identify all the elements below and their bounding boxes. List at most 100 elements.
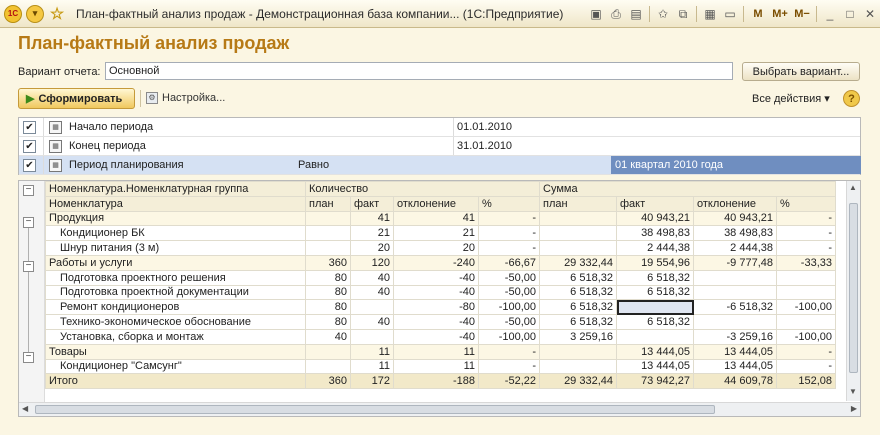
value-cell[interactable]: 6 518,32	[539, 299, 617, 316]
table-row[interactable]: Шнур питания (3 м) 20 20-2 444,38 2 444,38-	[45, 240, 836, 256]
total-value-cell[interactable]: 73 942,27	[616, 373, 694, 390]
close-icon[interactable]: ✕	[860, 4, 880, 24]
row-name-cell[interactable]: Технико-экономическое обоснование	[45, 314, 306, 330]
value-cell[interactable]: -50,00	[478, 269, 540, 286]
value-cell[interactable]: -33,33	[776, 254, 836, 271]
value-cell[interactable]: 41	[393, 210, 479, 227]
value-cell[interactable]: -	[478, 358, 540, 375]
value-cell[interactable]: 80	[305, 284, 351, 301]
value-cell[interactable]: -	[776, 343, 836, 360]
total-row[interactable]: Итого 360 172 -188 -52,22 29 332,44 73 942,27 4…	[45, 373, 836, 390]
table-row[interactable]: Подготовка проектной документации 80 40 -40…	[45, 284, 836, 301]
value-cell[interactable]: -	[776, 210, 836, 227]
value-cell[interactable]: 40 943,21	[693, 210, 777, 227]
row-name-cell[interactable]: Товары	[45, 343, 306, 360]
variant-field[interactable]: Основной	[105, 62, 733, 80]
value-cell[interactable]: 11	[350, 358, 394, 375]
value-cell[interactable]: -100,00	[478, 299, 540, 316]
calculator-icon[interactable]: ▦	[700, 4, 720, 24]
value-cell[interactable]: 13 444,05	[693, 343, 777, 360]
value-cell[interactable]	[776, 314, 836, 330]
value-cell[interactable]: -100,00	[478, 328, 540, 345]
value-cell[interactable]: 11	[350, 343, 394, 360]
value-cell[interactable]: -40	[393, 328, 479, 345]
group-row[interactable]: Товары 11 11-13 444,05 13 444,05-	[45, 343, 836, 360]
value-cell[interactable]: 40 943,21	[616, 210, 694, 227]
table-row[interactable]: Подготовка проектного решения 80 40 -40 -50,…	[45, 269, 836, 286]
value-cell[interactable]: 20	[393, 240, 479, 256]
horizontal-scroll-thumb[interactable]	[35, 405, 715, 414]
value-cell[interactable]	[539, 240, 617, 256]
table-row[interactable]: Установка, сборка и монтаж 40 -40 -100,00 3 …	[45, 328, 836, 345]
value-cell[interactable]: 120	[350, 254, 394, 271]
value-cell[interactable]: 2 444,38	[693, 240, 777, 256]
value-cell[interactable]: 21	[393, 225, 479, 242]
scroll-down-icon[interactable]: ▼	[849, 387, 857, 396]
value-cell[interactable]: 11	[393, 358, 479, 375]
value-cell[interactable]	[539, 343, 617, 360]
value-cell[interactable]	[616, 299, 694, 316]
value-cell[interactable]: 6 518,32	[616, 284, 694, 301]
value-cell[interactable]: 6 518,32	[616, 314, 694, 330]
value-cell[interactable]: 40	[350, 284, 394, 301]
minimize-icon[interactable]: _	[820, 4, 840, 24]
value-cell[interactable]: 41	[350, 210, 394, 227]
setting-checkbox[interactable]: ✔	[23, 159, 36, 172]
value-cell[interactable]: 80	[305, 299, 351, 316]
value-cell[interactable]: -40	[393, 284, 479, 301]
value-cell[interactable]: -50,00	[478, 284, 540, 301]
help-icon[interactable]: ?	[843, 90, 860, 107]
value-cell[interactable]	[305, 210, 351, 227]
memory-m-button[interactable]: M	[747, 4, 769, 24]
value-cell[interactable]: 6 518,32	[539, 269, 617, 286]
value-cell[interactable]: 2 444,38	[616, 240, 694, 256]
table-row[interactable]: Кондиционер БК 21 21-38 498,83 38 498,83-	[45, 225, 836, 242]
table-row[interactable]: Кондиционер "Самсунг" 11 11-13 444,05 13 44…	[45, 358, 836, 375]
value-cell[interactable]: -40	[393, 314, 479, 330]
horizontal-scrollbar[interactable]: ◀ ▶	[19, 402, 860, 416]
total-value-cell[interactable]: 360	[305, 373, 351, 390]
generate-report-button[interactable]: ▶ Сформировать	[18, 88, 135, 109]
all-actions-menu[interactable]: Все действия ▾	[752, 92, 830, 105]
collapse-icon[interactable]: −	[23, 185, 34, 196]
row-name-cell[interactable]: Кондиционер "Самсунг"	[45, 358, 306, 375]
total-value-cell[interactable]: 152,08	[776, 373, 836, 390]
value-cell[interactable]: 80	[305, 314, 351, 330]
value-cell[interactable]	[305, 240, 351, 256]
value-cell[interactable]	[305, 343, 351, 360]
setting-value[interactable]: 01.01.2010	[457, 121, 512, 133]
value-cell[interactable]: -3 259,16	[693, 328, 777, 345]
setting-condition[interactable]: Равно	[298, 159, 329, 171]
preview-icon[interactable]: ▤	[626, 4, 646, 24]
scroll-up-icon[interactable]: ▲	[849, 183, 857, 192]
setting-checkbox[interactable]: ✔	[23, 140, 36, 153]
maximize-icon[interactable]: □	[840, 4, 860, 24]
setting-row-period-start[interactable]: ✔ ▦ Начало периода 01.01.2010	[19, 118, 860, 137]
setting-value[interactable]: 31.01.2010	[457, 140, 512, 152]
value-cell[interactable]: -40	[393, 269, 479, 286]
value-cell[interactable]: -240	[393, 254, 479, 271]
scroll-left-icon[interactable]: ◀	[22, 404, 28, 413]
value-cell[interactable]: 13 444,05	[616, 358, 694, 375]
value-cell[interactable]: 20	[350, 240, 394, 256]
row-name-cell[interactable]: Кондиционер БК	[45, 225, 306, 242]
value-cell[interactable]: 38 498,83	[616, 225, 694, 242]
row-name-cell[interactable]: Подготовка проектного решения	[45, 269, 306, 286]
value-cell[interactable]: 40	[350, 269, 394, 286]
calendar-icon[interactable]: ▭	[720, 4, 740, 24]
value-cell[interactable]	[693, 269, 777, 286]
value-cell[interactable]: 360	[305, 254, 351, 271]
total-value-cell[interactable]: 172	[350, 373, 394, 390]
value-cell[interactable]: -66,67	[478, 254, 540, 271]
vertical-scrollbar[interactable]: ▲ ▼	[846, 181, 860, 401]
print-icon[interactable]: ⎙	[606, 4, 626, 24]
collapse-icon[interactable]: −	[23, 261, 34, 272]
group-row[interactable]: Продукция 41 41-40 943,21 40 943,21-	[45, 210, 836, 227]
memory-minus-button[interactable]: M−	[791, 4, 813, 24]
value-cell[interactable]	[616, 328, 694, 345]
table-row[interactable]: Технико-экономическое обоснование 80 40 -40…	[45, 314, 836, 330]
scroll-right-icon[interactable]: ▶	[851, 404, 857, 413]
setting-row-period-end[interactable]: ✔ ▦ Конец периода 31.01.2010	[19, 137, 860, 156]
choose-variant-button[interactable]: Выбрать вариант...	[742, 62, 860, 81]
value-cell[interactable]	[305, 225, 351, 242]
